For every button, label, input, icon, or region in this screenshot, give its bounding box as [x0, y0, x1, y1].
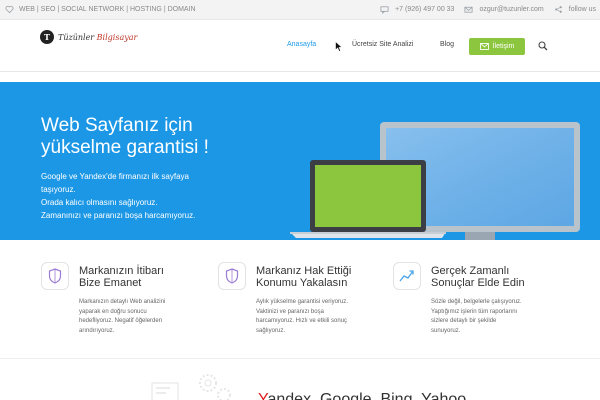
shield-icon	[218, 262, 246, 290]
devices-illustration	[290, 122, 580, 240]
feature-desc-line: Yaptığımız işlerin tüm raporlarını	[431, 308, 518, 315]
feature-title-line-1: Gerçek Zamanlı	[431, 265, 510, 277]
search-icon[interactable]	[538, 41, 548, 51]
search-engines-title: Yandex, Google, Bing, Yahoo	[258, 391, 466, 400]
hero-banner: Web Sayfanız için yükselme garantisi ! G…	[0, 82, 600, 240]
feature-desc-line: yaparak en doğru sonucu	[79, 308, 147, 315]
shield-icon	[41, 262, 69, 290]
hero-line-2: taşıyoruz.	[41, 185, 76, 194]
nav-item-anasayfa[interactable]: Anasayfa	[287, 41, 316, 48]
hero-text: Google ve Yandex'de firmanızı ilk sayfay…	[41, 170, 271, 222]
trend-chart-icon	[393, 262, 421, 290]
gears-illustration-icon	[151, 374, 231, 400]
hero-title-line-2: yükselme garantisi !	[41, 137, 209, 158]
chat-icon	[380, 5, 389, 14]
feature-description: Sözle değil, belgelerle çalışıyoruz. Yap…	[431, 298, 551, 336]
feature-desc-line: hedefliyoruz. Negatif öğelerden	[79, 318, 163, 324]
feature-desc-line: Markanızın detaylı Web analizini	[79, 299, 166, 305]
email-contact[interactable]: ozgur@tuzunler.com	[464, 5, 544, 14]
phone-contact[interactable]: +7 (926) 497 00 33	[380, 5, 454, 14]
hero-line-3: Orada kalıcı olmasını sağlıyoruz.	[41, 198, 158, 207]
phone-text: +7 (926) 497 00 33	[395, 6, 455, 13]
feature-desc-line: sizlere detaylı bir şekilde	[431, 318, 497, 324]
site-header: T Tüzünler Bilgisayar Anasayfa Ücretsiz …	[0, 20, 600, 72]
email-text: ozgur@tuzunler.com	[479, 6, 544, 13]
feature-title-line-2: Bize Emanet	[79, 277, 142, 289]
contact-button[interactable]: İletişim	[469, 38, 525, 55]
feature-desc-line: sağlıyoruz.	[256, 327, 286, 334]
hero-title: Web Sayfanız için yükselme garantisi !	[41, 115, 291, 159]
feature-desc-line: Aylık yükselme garantisi veriyoruz.	[256, 299, 348, 305]
top-bar: WEB | SEO | SOCIAL NETWORK | HOSTING | D…	[0, 0, 600, 20]
services-text: WEB | SEO | SOCIAL NETWORK | HOSTING | D…	[19, 6, 196, 13]
feature-title-line-1: Markanız Hak Ettiği	[256, 265, 352, 277]
follow-text: follow us	[568, 6, 596, 13]
feature-description: Markanızın detaylı Web analizini yaparak…	[79, 298, 199, 336]
main-nav: Anasayfa Ücretsiz Site Analizi Blog İlet…	[0, 36, 600, 56]
feature-title-line-1: Markanızın İtibarı	[79, 265, 164, 277]
feature-title: Gerçek Zamanlı Sonuçlar Elde Edin	[431, 265, 571, 289]
follow-us[interactable]: follow us	[554, 5, 596, 14]
title-rest: andex, Google, Bing, Yahoo	[267, 391, 467, 400]
mail-icon	[479, 43, 489, 50]
hero-title-line-1: Web Sayfanız için	[41, 115, 193, 136]
feature-desc-line: sunuyoruz.	[431, 327, 461, 334]
hero-line-1: Google ve Yandex'de firmanızı ilk sayfay…	[41, 172, 189, 181]
feature-desc-line: arındırıyoruz.	[79, 327, 115, 334]
feature-title-line-2: Konumu Yakalasın	[256, 277, 348, 289]
mouse-cursor-icon	[335, 41, 343, 52]
feature-title-line-2: Sonuçlar Elde Edin	[431, 277, 525, 289]
contact-label: İletişim	[492, 43, 515, 50]
nav-item-site-analizi[interactable]: Ücretsiz Site Analizi	[352, 41, 413, 48]
share-icon	[554, 5, 563, 14]
mail-icon	[464, 5, 473, 14]
feature-title: Markanızın İtibarı Bize Emanet	[79, 265, 219, 289]
laptop-icon	[290, 160, 446, 238]
features-section: Markanızın İtibarı Bize Emanet Markanızı…	[0, 240, 600, 358]
top-bar-right: +7 (926) 497 00 33 ozgur@tuzunler.com fo…	[380, 5, 596, 14]
feature-desc-line: Vaktinizi ve paranızı boşa	[256, 308, 324, 315]
search-engines-section: Yandex, Google, Bing, Yahoo	[0, 358, 600, 400]
top-bar-left: WEB | SEO | SOCIAL NETWORK | HOSTING | D…	[5, 5, 196, 14]
feature-desc-line: Sözle değil, belgelerle çalışıyoruz.	[431, 299, 522, 305]
feature-desc-line: harcamıyoruz. Hızlı ve etkili sonuç	[256, 318, 348, 324]
feature-title: Markanız Hak Ettiği Konumu Yakalasın	[256, 265, 396, 289]
nav-item-blog[interactable]: Blog	[440, 41, 454, 48]
hero-line-4: Zamanınızı ve paranızı boşa harcamıyoruz…	[41, 211, 196, 220]
feature-description: Aylık yükselme garantisi veriyoruz. Vakt…	[256, 298, 376, 336]
heart-icon	[5, 5, 14, 14]
